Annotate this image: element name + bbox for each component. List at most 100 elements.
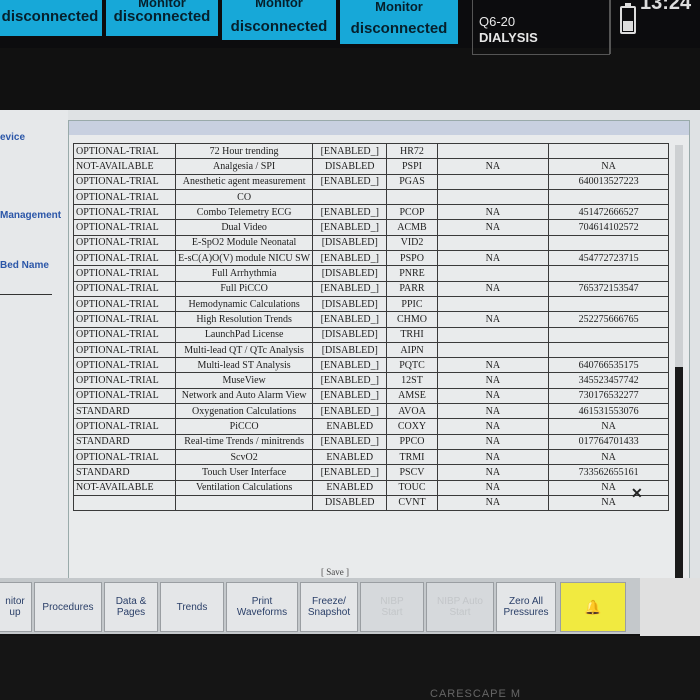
table-row[interactable]: OPTIONAL-TRIAL LaunchPad License [DISABLED… [72,326,669,343]
option-na-cell: NA [436,494,550,512]
option-name-cell: Ventilation Calculations [175,479,314,496]
option-code-cell: 12ST [386,372,438,389]
table-row[interactable]: OPTIONAL-TRIAL Full Arrhythmia [DISABLED] P… [72,265,669,282]
option-key-cell: NA [548,448,669,466]
option-enabled-cell[interactable]: [ENABLED_] [312,433,388,450]
bed-label: Q6-20 [479,14,516,29]
option-status-cell: OPTIONAL-TRIAL [72,326,177,343]
table-row[interactable]: DISABLED CVNT NA NA [72,494,669,512]
table-row[interactable]: OPTIONAL-TRIAL High Resolution Trends [ENA… [72,311,669,328]
option-key-cell [548,188,669,206]
bottom-button-label: NIBP Start [380,596,404,618]
x-icon[interactable]: ✕ [631,485,643,502]
option-enabled-cell[interactable]: [ENABLED_] [312,173,388,190]
option-enabled-cell[interactable]: DISABLED [312,158,388,175]
option-key-cell [548,341,669,359]
table-row[interactable]: OPTIONAL-TRIAL PiCCO ENABLED COXY NA NA [72,418,669,435]
bottom-button-label: Trends [176,601,208,613]
table-row[interactable]: OPTIONAL-TRIAL E-sC(A)O(V) module NICU SW… [72,250,669,267]
option-name-cell: PiCCO [175,418,314,435]
monitor-tile-2[interactable]: Monitor disconnected [106,0,218,36]
option-enabled-cell[interactable]: ENABLED [312,479,388,496]
option-enabled-cell[interactable]: [ENABLED_] [312,280,388,297]
option-enabled-cell[interactable]: [ENABLED_] [312,403,388,420]
option-name-cell: 72 Hour trending [175,142,314,160]
option-status-cell: OPTIONAL-TRIAL [72,357,177,374]
option-status-cell: STANDARD [72,403,177,420]
table-row[interactable]: OPTIONAL-TRIAL Full PiCCO [ENABLED_] PARR NA… [72,280,669,297]
table-row[interactable]: NOT-AVAILABLE Ventilation Calculations ENA… [72,479,669,496]
monitor-tile-4[interactable]: Monitor disconnected [340,0,458,44]
table-row[interactable]: OPTIONAL-TRIAL Multi-lead QT / QTc Analys… [72,341,669,359]
option-enabled-cell[interactable]: ENABLED [312,448,388,466]
clock: 13:24 [640,0,692,14]
bottom-button[interactable]: Procedures [34,582,102,632]
scrollbar-thumb[interactable] [675,367,683,583]
bottom-button[interactable]: Trends [160,582,224,632]
option-na-cell: NA [436,250,550,267]
option-code-cell: PGAS [386,173,438,190]
bottom-button[interactable]: Data & Pages [104,582,158,632]
alarm-bell-button[interactable]: 🔔 [560,582,626,632]
unit-name: DIALYSIS [479,30,538,45]
bottom-button[interactable]: Freeze/ Snapshot [300,582,358,632]
monitor-tile-1[interactable]: disconnected [0,0,102,36]
option-enabled-cell[interactable]: [DISABLED] [312,326,388,343]
table-row[interactable]: OPTIONAL-TRIAL E-SpO2 Module Neonatal [DIS… [72,234,669,252]
option-enabled-cell[interactable]: [ENABLED_] [312,372,388,389]
option-enabled-cell[interactable]: [ENABLED_] [312,387,388,405]
unit-info[interactable]: Q6-20 DIALYSIS [472,0,610,55]
option-enabled-cell[interactable]: [ENABLED_] [312,204,388,221]
bottom-button[interactable]: Zero All Pressures [496,582,556,632]
table-row[interactable]: OPTIONAL-TRIAL 72 Hour trending [ENABLED_]… [72,142,669,160]
option-enabled-cell[interactable]: [ENABLED_] [312,250,388,267]
option-enabled-cell[interactable]: [DISABLED] [312,234,388,252]
option-name-cell: Full PiCCO [175,280,314,297]
option-enabled-cell[interactable]: [ENABLED_] [312,464,388,481]
left-label-bed-name[interactable]: Bed Name [0,260,49,271]
option-enabled-cell[interactable]: [ENABLED_] [312,219,388,236]
option-enabled-cell[interactable]: [ENABLED_] [312,311,388,328]
option-enabled-cell[interactable]: ENABLED [312,418,388,435]
bottom-button[interactable]: Print Waveforms [226,582,298,632]
option-enabled-cell[interactable]: [ENABLED_] [312,357,388,374]
option-na-cell [436,234,550,252]
option-key-cell [548,234,669,252]
option-name-cell: E-sC(A)O(V) module NICU SW [175,250,314,267]
table-row[interactable]: OPTIONAL-TRIAL ScvO2 ENABLED TRMI NA NA [72,448,669,466]
table-row[interactable]: OPTIONAL-TRIAL Network and Auto Alarm Vie… [72,387,669,405]
option-code-cell: AMSE [386,387,438,405]
option-enabled-cell[interactable] [312,188,388,206]
left-label-management[interactable]: Management [0,210,61,221]
option-na-cell: NA [436,204,550,221]
table-row[interactable]: STANDARD Oxygenation Calculations [ENABLED… [72,403,669,420]
table-row[interactable]: STANDARD Real-time Trends / minitrends [EN… [72,433,669,450]
option-enabled-cell[interactable]: [DISABLED] [312,341,388,359]
option-enabled-cell[interactable]: [DISABLED] [312,295,388,313]
table-row[interactable]: OPTIONAL-TRIAL Combo Telemetry ECG [ENABLE… [72,204,669,221]
left-label-device[interactable]: evice [0,132,25,143]
option-code-cell: CVNT [386,494,438,512]
option-code-cell: PPCO [386,433,438,450]
option-enabled-cell[interactable]: [ENABLED_] [312,142,388,160]
software-options-dialog: OPTIONAL-TRIAL 72 Hour trending [ENABLED_]… [68,120,690,585]
option-enabled-cell[interactable]: [DISABLED] [312,265,388,282]
table-row[interactable]: NOT-AVAILABLE Analgesia / SPI DISABLED PSPI… [72,158,669,175]
bottom-button[interactable]: NIBP Auto Start [426,582,494,632]
table-row[interactable]: OPTIONAL-TRIAL MuseView [ENABLED_] 12ST NA 34… [72,372,669,389]
bottom-button[interactable]: NIBP Start [360,582,424,632]
bottom-button-label: Print Waveforms [236,596,288,618]
save-button[interactable]: [ Save ] [321,567,349,577]
table-row[interactable]: STANDARD Touch User Interface [ENABLED_] PS… [72,464,669,481]
table-row[interactable]: OPTIONAL-TRIAL Dual Video [ENABLED_] ACMB NA… [72,219,669,236]
table-row[interactable]: OPTIONAL-TRIAL Multi-lead ST Analysis [ENA… [72,357,669,374]
table-row[interactable]: OPTIONAL-TRIAL Hemodynamic Calculations [D… [72,295,669,313]
option-key-cell: 454772723715 [548,250,669,267]
table-row[interactable]: OPTIONAL-TRIAL CO [72,188,669,206]
table-row[interactable]: OPTIONAL-TRIAL Anesthetic agent measureme… [72,173,669,190]
option-key-cell: 252275666765 [548,311,669,328]
bottom-button[interactable]: nitor up [0,582,32,632]
monitor-tile-3[interactable]: Monitor disconnected [222,0,336,40]
option-enabled-cell[interactable]: DISABLED [312,494,388,512]
option-key-cell [548,326,669,343]
